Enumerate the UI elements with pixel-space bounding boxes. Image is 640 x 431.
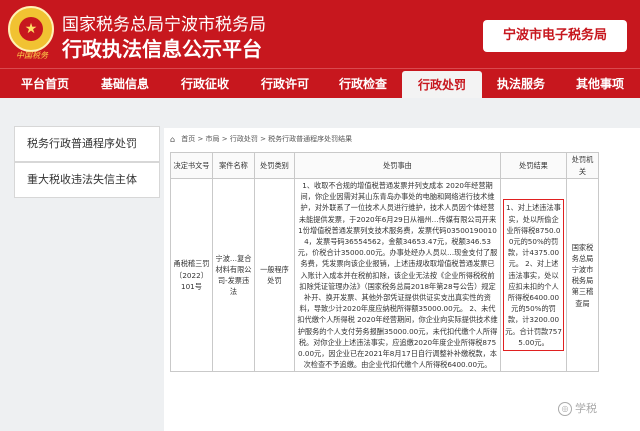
- nav-item-other[interactable]: 其他事项: [562, 69, 638, 99]
- cell-reason: 1、收取不合规的增值税普通发票并列支成本 2020年经营期间，你企业因需对其山东…: [294, 177, 501, 373]
- e-tax-bureau-button[interactable]: 宁波市电子税务局: [483, 20, 627, 52]
- header-result: 处罚结果: [500, 152, 567, 179]
- nav-item-penalty[interactable]: 行政处罚: [402, 71, 482, 99]
- result-highlight-box: 1、对上述违法事实，处以所偷企业所得税8750.00元的50%的罚款，计4375…: [503, 199, 564, 352]
- header-reason: 处罚事由: [294, 152, 501, 179]
- nav-item-license[interactable]: 行政许可: [248, 69, 322, 99]
- cell-result: 1、对上述违法事实，处以所偷企业所得税8750.00元的50%的罚款，计4375…: [500, 177, 567, 373]
- sidebar-item-major-violation[interactable]: 重大税收违法失信主体: [14, 162, 160, 198]
- header-authority: 处罚机关: [566, 152, 599, 179]
- cell-penalty-type: 一般程序处罚: [254, 177, 295, 373]
- cell-doc-number: 甬税稽三罚〔2022〕101号: [170, 177, 213, 373]
- wechat-logo-icon: ◎: [558, 402, 572, 416]
- table-row: 甬税稽三罚〔2022〕101号 宁波…复合材料有限公司-发票违法 一般程序处罚 …: [170, 177, 599, 373]
- header-penalty-type: 处罚类别: [254, 152, 295, 179]
- nav-item-services[interactable]: 执法服务: [484, 69, 558, 99]
- logo-text: 中国税务: [16, 51, 48, 60]
- sidebar-item-general-penalty[interactable]: 税务行政普通程序处罚: [14, 126, 160, 162]
- site-header: ★ 中国税务 国家税务总局宁波市税务局 行政执法信息公示平台 宁波市电子税务局: [0, 0, 640, 68]
- cell-case-name: 宁波…复合材料有限公司-发票违法: [212, 177, 255, 373]
- breadcrumb-text: 首页 > 市局 > 行政处罚 > 税务行政普通程序处罚结果: [181, 135, 353, 143]
- penalty-table: 决定书文号 案件名称 处罚类别 处罚事由 处罚结果 处罚机关 甬税稽三罚〔202…: [170, 152, 599, 373]
- nav-item-basic-info[interactable]: 基础信息: [88, 69, 162, 99]
- sidebar: 税务行政普通程序处罚 重大税收违法失信主体: [14, 114, 160, 204]
- watermark: ◎ 学税: [558, 400, 597, 416]
- header-doc-number: 决定书文号: [170, 152, 213, 179]
- table-header-row: 决定书文号 案件名称 处罚类别 处罚事由 处罚结果 处罚机关: [170, 152, 599, 179]
- nav-item-inspection[interactable]: 行政检查: [326, 69, 400, 99]
- breadcrumb: ⌂ 首页 > 市局 > 行政处罚 > 税务行政普通程序处罚结果: [170, 134, 352, 146]
- nav-item-home[interactable]: 平台首页: [8, 69, 82, 99]
- home-icon: ⌂: [170, 135, 176, 144]
- nav-item-collection[interactable]: 行政征收: [168, 69, 242, 99]
- header-case-name: 案件名称: [212, 152, 255, 179]
- watermark-text: 学税: [575, 402, 597, 415]
- cell-authority: 国家税务总局宁波市税务局第三稽查局: [566, 177, 599, 373]
- site-title-line2: 行政执法信息公示平台: [62, 37, 262, 61]
- tax-emblem-icon: ★: [8, 6, 54, 52]
- main-nav: 平台首页 基础信息 行政征收 行政许可 行政检查 行政处罚 执法服务 其他事项: [0, 68, 640, 99]
- site-title-line1: 国家税务总局宁波市税务局: [62, 15, 266, 35]
